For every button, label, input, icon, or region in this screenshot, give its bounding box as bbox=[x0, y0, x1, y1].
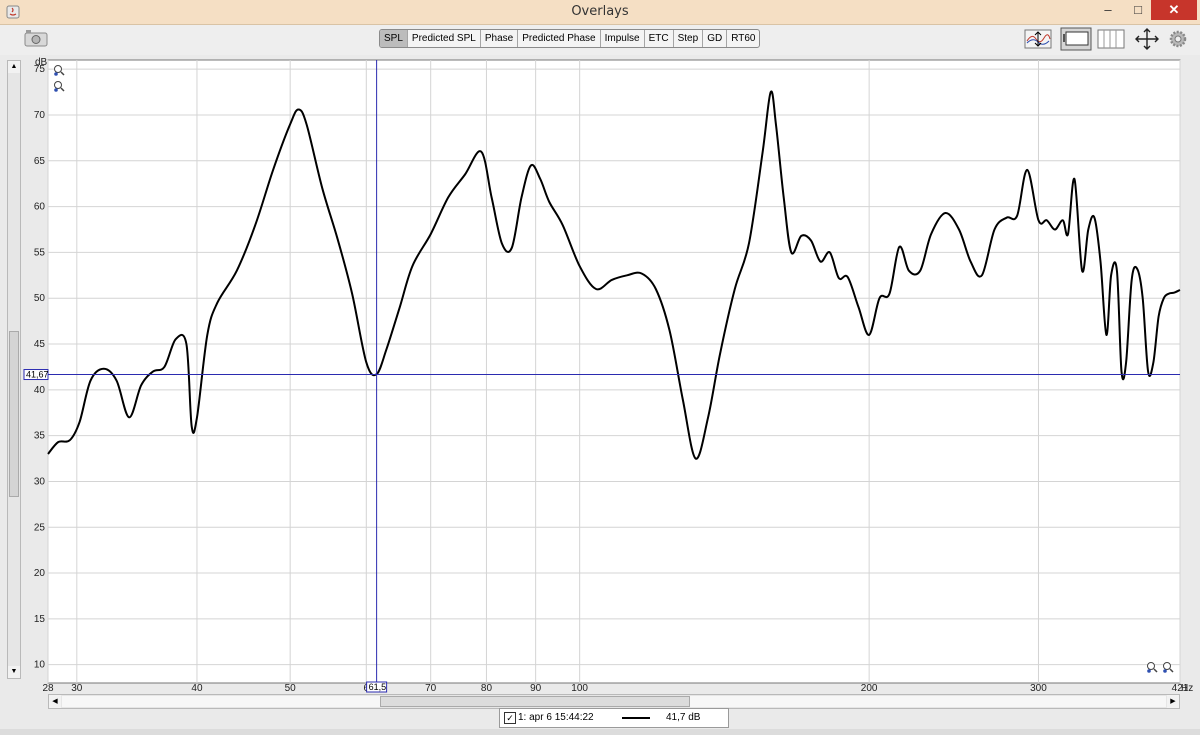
legend-line-swatch bbox=[622, 717, 650, 719]
y-tick-label: 30 bbox=[34, 476, 46, 487]
x-tick-label: 40 bbox=[191, 683, 203, 694]
x-tick-label: 300 bbox=[1030, 683, 1047, 694]
tab-step[interactable]: Step bbox=[674, 30, 704, 47]
y-tick-label: 40 bbox=[34, 385, 46, 396]
y-tick-label: 20 bbox=[34, 568, 46, 579]
tab-predicted-spl[interactable]: Predicted SPL bbox=[408, 30, 481, 47]
y-tick-label: 55 bbox=[34, 247, 46, 258]
tab-gd[interactable]: GD bbox=[703, 30, 728, 47]
x-tick-label: 28 bbox=[42, 683, 54, 694]
y-tick-label: 70 bbox=[34, 110, 46, 121]
horizontal-scroll-track[interactable] bbox=[62, 696, 1166, 707]
title-bar: Overlays – □ ✕ bbox=[0, 0, 1200, 25]
y-tick-label: 25 bbox=[34, 522, 46, 533]
legend-checkbox[interactable]: ✓ bbox=[504, 712, 516, 724]
graph-window-icon[interactable] bbox=[1060, 27, 1092, 51]
legend-value: 41,7 dB bbox=[666, 712, 701, 723]
window-title: Overlays bbox=[571, 4, 629, 19]
x-tick-labels: 283040506708090100200300421 bbox=[42, 683, 1188, 694]
curve-controls-icon[interactable] bbox=[1024, 27, 1052, 51]
cursor-x-readout: 61,5 bbox=[369, 682, 387, 692]
status-bar bbox=[0, 729, 1200, 735]
minimize-button[interactable]: – bbox=[1094, 0, 1122, 20]
horizontal-scroll-thumb[interactable] bbox=[380, 696, 690, 707]
fit-arrows-icon[interactable] bbox=[1133, 27, 1161, 51]
y-tick-label: 45 bbox=[34, 339, 46, 350]
tab-rt60[interactable]: RT60 bbox=[727, 30, 759, 47]
x-tick-label: 90 bbox=[530, 683, 542, 694]
x-axis-unit: Hz bbox=[1181, 683, 1193, 694]
y-axis-label: dB bbox=[35, 57, 48, 68]
y-tick-label: 35 bbox=[34, 431, 46, 442]
tab-predicted-phase[interactable]: Predicted Phase bbox=[518, 30, 601, 47]
legend: ✓ 1: apr 6 15:44:22 41,7 dB bbox=[499, 708, 729, 728]
x-tick-label: 30 bbox=[71, 683, 83, 694]
tab-impulse[interactable]: Impulse bbox=[601, 30, 645, 47]
y-tick-label: 60 bbox=[34, 202, 46, 213]
x-tick-label: 100 bbox=[571, 683, 588, 694]
layout-icon[interactable] bbox=[1097, 27, 1125, 51]
y-tick-labels: 1015202530354045505560657075 bbox=[34, 64, 46, 671]
spl-chart[interactable]: 1015202530354045505560657075 28304050670… bbox=[0, 55, 1200, 695]
tab-phase[interactable]: Phase bbox=[481, 30, 519, 47]
cursor-y-readout: 41,67 bbox=[26, 370, 49, 380]
tab-etc[interactable]: ETC bbox=[645, 30, 674, 47]
settings-gear-icon[interactable] bbox=[1168, 27, 1188, 51]
close-button[interactable]: ✕ bbox=[1151, 0, 1197, 20]
y-tick-label: 15 bbox=[34, 614, 46, 625]
x-tick-label: 200 bbox=[861, 683, 878, 694]
tab-spl[interactable]: SPL bbox=[380, 30, 408, 47]
x-tick-label: 70 bbox=[425, 683, 437, 694]
horizontal-scrollbar[interactable]: ◀ ▶ bbox=[48, 694, 1180, 709]
x-tick-label: 50 bbox=[285, 683, 297, 694]
maximize-button[interactable]: □ bbox=[1124, 0, 1152, 20]
y-tick-label: 50 bbox=[34, 293, 46, 304]
legend-measurement-name: 1: apr 6 15:44:22 bbox=[518, 712, 594, 723]
plot-area bbox=[47, 59, 1181, 684]
camera-icon[interactable] bbox=[24, 29, 48, 47]
x-tick-label: 80 bbox=[481, 683, 493, 694]
y-tick-label: 10 bbox=[34, 660, 46, 671]
scroll-left-button[interactable]: ◀ bbox=[49, 695, 61, 708]
scroll-right-button[interactable]: ▶ bbox=[1167, 695, 1179, 708]
graph-toolbar: SPL Predicted SPL Phase Predicted Phase Impu… bbox=[0, 25, 1200, 55]
graph-type-tabs: SPL Predicted SPL Phase Predicted Phase Impu… bbox=[379, 29, 761, 48]
y-tick-label: 65 bbox=[34, 156, 46, 167]
